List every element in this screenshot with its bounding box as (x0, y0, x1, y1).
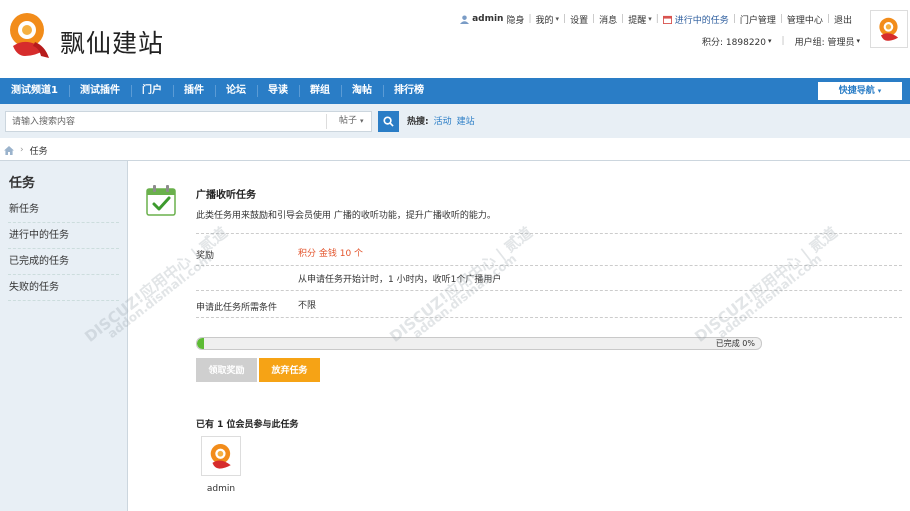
user-toolbar: admin 隐身 | 我的 ▾ | 设置 | 消息 | 提醒 ▾ | 进行中的任务 … (460, 12, 852, 26)
chevron-down-icon: ▾ (555, 15, 560, 23)
chevron-down-icon: ▾ (768, 37, 772, 45)
user-group-menu[interactable]: 用户组: 管理员 (795, 35, 855, 48)
task-sidebar: 任务 新任务 进行中的任务 已完成的任务 失败的任务 (0, 161, 128, 511)
hot-search-item[interactable]: 活动 (434, 117, 452, 127)
nav-item-guide[interactable]: 导读 (256, 78, 299, 104)
chevron-down-icon: ▾ (877, 87, 882, 95)
search-button[interactable] (378, 111, 399, 132)
reminders-menu[interactable]: 提醒 (628, 13, 646, 26)
nav-item-ranking[interactable]: 排行榜 (382, 78, 435, 104)
nav-item-test-channel[interactable]: 测试频道1 (0, 78, 69, 104)
settings-link[interactable]: 设置 (570, 13, 588, 26)
hot-search-item[interactable]: 建站 (457, 117, 475, 127)
points-menu[interactable]: 积分: 1898220 (702, 35, 766, 48)
tasks-in-progress-link[interactable]: 进行中的任务 (675, 13, 729, 26)
sidebar-item-new-tasks[interactable]: 新任务 (8, 197, 119, 223)
divider (196, 233, 902, 234)
participants-count: 已有 1 位会员参与此任务 (196, 420, 299, 430)
task-description: 此类任务用来鼓励和引导会员使用 广播的收听功能，提升广播收听的能力。 (196, 211, 496, 221)
search-input[interactable] (6, 112, 326, 131)
username-link[interactable]: admin (472, 14, 503, 24)
sidebar-item-failed-tasks[interactable]: 失败的任务 (8, 275, 119, 301)
search-icon (383, 116, 394, 127)
main-nav: 测试频道1 测试插件 门户 插件 论坛 导读 群组 淘帖 排行榜 快捷导航 ▾ (0, 78, 910, 104)
search-box: 帖子▾ (5, 111, 372, 132)
condition-label: 申请此任务所需条件 (196, 303, 278, 313)
logout-link[interactable]: 退出 (834, 13, 852, 26)
user-icon (460, 14, 470, 24)
chevron-down-icon: ▾ (648, 15, 652, 23)
progress-text: 已完成 0% (715, 339, 755, 348)
nav-item-test-plugin[interactable]: 测试插件 (68, 78, 131, 104)
divider (196, 317, 902, 318)
member-avatar[interactable] (201, 436, 241, 476)
admin-center-link[interactable]: 管理中心 (787, 13, 823, 26)
progress-fill (197, 338, 204, 349)
main-area: 任务 新任务 进行中的任务 已完成的任务 失败的任务 广播收听任务 此类任务用来… (0, 160, 910, 511)
avatar-logo-icon (879, 17, 899, 41)
member-name[interactable]: admin (201, 484, 241, 494)
messages-link[interactable]: 消息 (599, 13, 617, 26)
breadcrumb: › 任务 (4, 142, 48, 158)
avatar-logo-icon (210, 444, 231, 469)
hot-search-label: 热搜: (407, 117, 429, 127)
nav-item-forum[interactable]: 论坛 (214, 78, 257, 104)
task-title: 广播收听任务 (196, 190, 256, 201)
chevron-down-icon: ▾ (360, 117, 364, 125)
condition-value: 不限 (298, 301, 317, 311)
nav-item-groups[interactable]: 群组 (298, 78, 341, 104)
user-avatar[interactable] (870, 10, 908, 48)
quick-nav-label: 快捷导航 (838, 86, 875, 96)
portal-manage-link[interactable]: 门户管理 (740, 13, 776, 26)
divider (196, 265, 902, 266)
mine-menu[interactable]: 我的 (536, 13, 554, 26)
nav-item-collections[interactable]: 淘帖 (340, 78, 383, 104)
site-logo-icon[interactable] (5, 6, 51, 62)
header: 飘仙建站 admin 隐身 | 我的 ▾ | 设置 | 消息 | 提醒 ▾ | 进行… (0, 0, 910, 78)
reward-label: 奖励 (196, 251, 215, 261)
quick-nav-button[interactable]: 快捷导航 ▾ (818, 82, 902, 100)
invisible-toggle[interactable]: 隐身 (506, 13, 524, 26)
nav-item-portal[interactable]: 门户 (130, 78, 173, 104)
task-content: 广播收听任务 此类任务用来鼓励和引导会员使用 广播的收听功能，提升广播收听的能力… (128, 161, 910, 511)
chevron-down-icon: ▾ (856, 37, 860, 45)
page: 飘仙建站 admin 隐身 | 我的 ▾ | 设置 | 消息 | 提醒 ▾ | 进行… (0, 0, 910, 511)
abandon-task-button[interactable]: 放弃任务 (259, 358, 320, 382)
search-type-select[interactable]: 帖子 ▾ (326, 114, 364, 129)
divider (196, 290, 902, 291)
nav-item-plugins[interactable]: 插件 (172, 78, 215, 104)
site-name[interactable]: 飘仙建站 (60, 24, 164, 60)
task-progress-bar: 已完成 0% (196, 337, 762, 350)
calendar-icon (662, 15, 672, 24)
breadcrumb-current[interactable]: 任务 (30, 144, 48, 157)
task-check-icon (146, 185, 176, 216)
sidebar-item-tasks-in-progress[interactable]: 进行中的任务 (8, 223, 119, 249)
sidebar-item-completed-tasks[interactable]: 已完成的任务 (8, 249, 119, 275)
reward-value: 积分 金钱 10 个 (298, 249, 364, 259)
user-info-bar: 积分: 1898220 ▾ | 用户组: 管理员 ▾ (702, 35, 860, 48)
hot-search: 热搜: 活动 建站 (407, 114, 475, 130)
search-type-label: 帖子 (339, 116, 358, 126)
home-icon[interactable] (4, 145, 14, 155)
breadcrumb-separator-icon: › (20, 145, 24, 155)
sidebar-title: 任务 (9, 176, 36, 191)
reward-detail: 从申请任务开始计时，1 小时内，收听1个广播用户 (298, 275, 502, 285)
claim-reward-button[interactable]: 领取奖励 (196, 358, 257, 382)
search-bar: 帖子▾ 热搜: 活动建站 (0, 104, 910, 138)
